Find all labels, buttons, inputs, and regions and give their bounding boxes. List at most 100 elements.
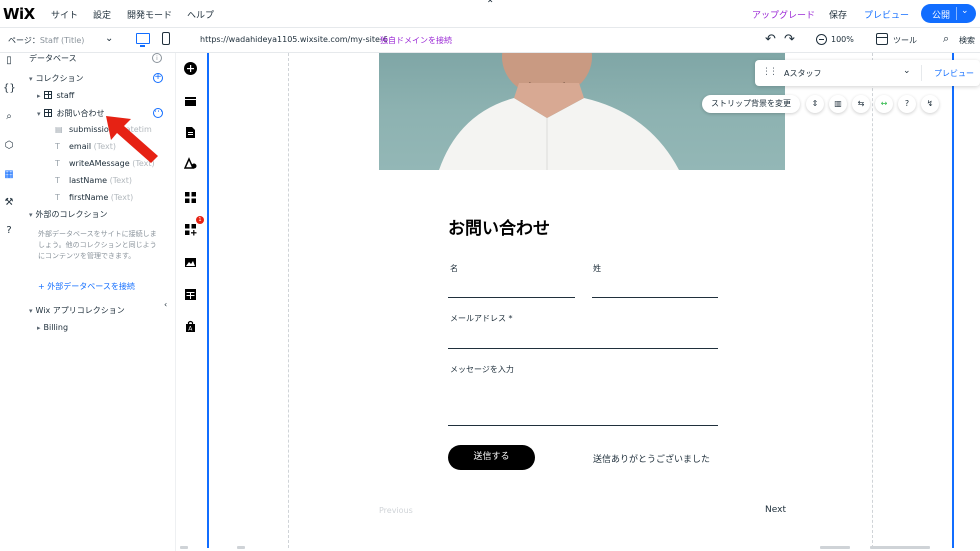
external-description: 外部データベースをサイトに接続しましょう。他のコレクションと同じようにコンテンツ… <box>38 230 157 260</box>
help-icon[interactable]: ? <box>898 95 916 113</box>
save-button[interactable]: 保存 <box>829 8 847 21</box>
red-arrow-annotation <box>106 116 158 163</box>
notification-badge: 1 <box>196 216 204 224</box>
field-name: lastName <box>69 176 108 185</box>
collection-item-billing[interactable]: ▸ Billing <box>37 323 68 332</box>
pages-icon[interactable] <box>184 126 197 139</box>
collection-item-contact[interactable]: ▾ お問い合わせ <box>37 108 105 119</box>
help-icon[interactable]: ? <box>3 225 15 236</box>
tools-label[interactable]: ツール <box>893 35 917 46</box>
design-icon[interactable] <box>184 157 197 170</box>
apps-icon[interactable] <box>184 191 197 204</box>
publish-button[interactable]: 公開 ⌄ <box>921 4 976 23</box>
form-title[interactable]: お問い合わせ <box>448 214 550 239</box>
database-icon[interactable]: ▦ <box>3 169 15 180</box>
drag-handle-icon[interactable]: ⋮⋮ <box>762 67 778 77</box>
collapse-topbar-icon[interactable]: ⌃ <box>486 0 494 10</box>
collection-item-staff[interactable]: ▸ staff <box>37 91 74 100</box>
bottom-scroll-fragment <box>180 546 188 549</box>
connect-data-icon[interactable]: ↯ <box>921 95 939 113</box>
page-selector[interactable]: ページ：Staff (Title) <box>8 35 84 46</box>
text-field-icon: T <box>55 142 60 151</box>
search-icon[interactable]: ⌕ <box>3 111 15 122</box>
tools-icon[interactable] <box>876 33 888 45</box>
add-apps-icon[interactable] <box>184 223 197 236</box>
menu-settings[interactable]: 設定 <box>93 8 111 21</box>
email-input[interactable] <box>448 348 718 349</box>
text-field-icon: T <box>55 193 60 202</box>
tools-icon[interactable]: ⚒ <box>3 197 15 208</box>
toolbar-divider <box>921 65 922 81</box>
undo-icon[interactable]: ↶ <box>765 32 776 47</box>
site-url: https://wadahideya1105.wixsite.com/my-si… <box>200 35 388 44</box>
menu-help[interactable]: ヘルプ <box>187 8 214 21</box>
table-icon <box>43 91 52 99</box>
stretch-icon[interactable]: ↔ <box>875 95 893 113</box>
external-header-label: 外部のコレクション <box>35 210 108 219</box>
canvas-edge <box>952 53 954 548</box>
dataset-selector[interactable]: Aスタッフ <box>784 68 821 79</box>
desktop-view-icon[interactable] <box>136 33 150 47</box>
table-icon <box>43 109 52 117</box>
code-files-icon[interactable]: {} <box>3 83 16 94</box>
search-icon[interactable]: ⌕ <box>943 32 949 46</box>
menu-dev-mode[interactable]: 開発モード <box>127 8 172 21</box>
mobile-view-icon[interactable] <box>162 32 170 45</box>
arrange-icon[interactable]: ⇕ <box>806 95 824 113</box>
field-type: (Text) <box>110 193 134 202</box>
pages-icon[interactable]: ▯ <box>3 55 15 66</box>
editor-toolbar: ページ：Staff (Title) ⌄ https://wadahideya11… <box>0 29 980 53</box>
last-name-input[interactable] <box>592 297 718 298</box>
add-elements-icon[interactable] <box>184 62 197 75</box>
chevron-down-icon[interactable]: ⌄ <box>105 33 113 44</box>
redo-icon[interactable]: ↷ <box>784 32 795 47</box>
submit-button[interactable]: 送信する <box>448 445 535 470</box>
external-collections-header[interactable]: ▾ 外部のコレクション <box>29 209 108 220</box>
wix-apps-header[interactable]: ▾ Wix アプリコレクション <box>29 305 125 316</box>
text-field-icon: T <box>55 159 60 168</box>
info-icon[interactable]: i <box>152 53 162 63</box>
collapse-panel-icon[interactable]: ‹ <box>164 300 167 309</box>
collections-header[interactable]: ▾ コレクション <box>29 73 84 84</box>
message-input[interactable] <box>448 425 718 426</box>
chevron-down-icon[interactable]: ⌄ <box>903 66 911 76</box>
business-icon[interactable]: A <box>184 320 197 333</box>
wix-apps-header-label: Wix アプリコレクション <box>35 306 125 315</box>
first-name-input[interactable] <box>448 297 575 298</box>
layout-icon[interactable]: ▥ <box>829 95 847 113</box>
animation-icon[interactable]: ⇆ <box>852 95 870 113</box>
connect-domain-link[interactable]: 独自ドメインを接続 <box>380 35 452 46</box>
media-icon[interactable] <box>184 256 197 269</box>
search-label[interactable]: 検索 <box>959 35 975 46</box>
change-strip-background-button[interactable]: ストリップ背景を変更 <box>702 95 800 113</box>
left-icon-rail: ▯ {} ⌕ ⬡ ▦ ⚒ ? <box>0 53 18 551</box>
field-item[interactable]: TfirstName (Text) <box>55 193 133 202</box>
previous-button[interactable]: Previous <box>379 506 413 515</box>
zoom-level[interactable]: 100% <box>831 35 854 44</box>
field-item[interactable]: TlastName (Text) <box>55 176 132 185</box>
field-type: (Text) <box>109 176 132 185</box>
zoom-out-icon[interactable] <box>816 34 827 45</box>
connect-external-db-link[interactable]: + 外部データベースを接続 <box>38 281 135 292</box>
caret-down-icon: ▾ <box>29 211 33 219</box>
date-field-icon: ▤ <box>55 125 63 134</box>
packages-icon[interactable]: ⬡ <box>3 140 15 151</box>
dataset-preview-button[interactable]: プレビュー <box>934 68 974 79</box>
add-collection-icon[interactable]: + <box>153 73 163 83</box>
cms-icon[interactable] <box>184 288 197 301</box>
collections-header-label: コレクション <box>35 74 84 83</box>
upgrade-link[interactable]: アップグレード <box>752 8 815 21</box>
field-name: firstName <box>69 193 109 202</box>
wix-logo[interactable]: WiX <box>3 5 35 23</box>
right-gridline <box>872 53 873 548</box>
left-gridline <box>288 53 289 548</box>
menu-site[interactable]: サイト <box>51 8 78 21</box>
collection-label: Billing <box>43 323 69 332</box>
preview-button[interactable]: プレビュー <box>864 8 909 21</box>
add-panel-strip: A <box>176 53 206 551</box>
top-menu-bar: WiX サイト 設定 開発モード ヘルプ ⌃ アップグレード 保存 プレビュー … <box>0 0 980 28</box>
next-button[interactable]: Next <box>765 505 786 515</box>
sections-icon[interactable] <box>184 95 197 108</box>
caret-down-icon: ▾ <box>29 75 33 83</box>
chevron-down-icon[interactable]: ⌄ <box>961 6 969 16</box>
